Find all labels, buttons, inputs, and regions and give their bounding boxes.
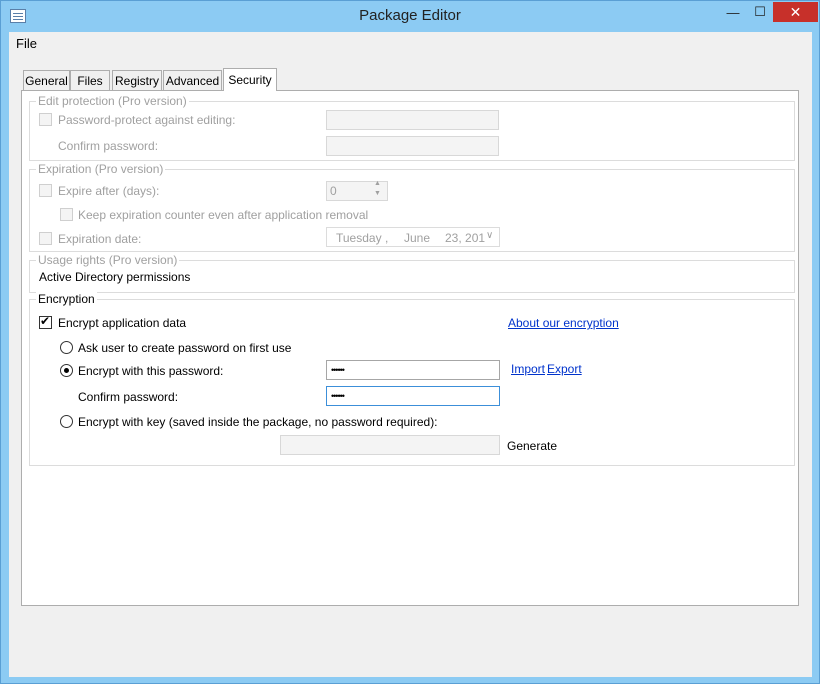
generate-button[interactable]: Generate [507,439,557,453]
protect-editing-label: Password-protect against editing: [58,113,236,127]
encryption-legend: Encryption [36,292,97,306]
edit-password-input[interactable] [326,110,499,130]
edit-protection-group: Edit protection (Pro version) Password-p… [29,94,795,161]
expiration-date-picker[interactable]: Tuesday , June 23, 201 ∨ [326,227,500,247]
expire-days-value: 0 [330,184,337,198]
expiration-date-checkbox[interactable] [39,232,52,245]
tab-security[interactable]: Security [223,68,277,91]
edit-protection-legend: Edit protection (Pro version) [36,94,189,108]
encryption-group: Encryption Encrypt application data Abou… [29,292,795,466]
keep-counter-checkbox[interactable] [60,208,73,221]
encrypt-key-radio[interactable] [60,415,73,428]
date-separator: , [385,231,389,245]
date-dropdown-icon[interactable]: ∨ [486,230,493,241]
usage-rights-legend: Usage rights (Pro version) [36,253,180,267]
encryption-key-field [280,435,500,455]
ask-user-label: Ask user to create password on first use [78,341,292,355]
ask-user-radio[interactable] [60,341,73,354]
expiration-legend: Expiration (Pro version) [36,162,166,176]
encrypt-data-label: Encrypt application data [58,316,187,330]
spin-up-icon[interactable]: ▲ [374,180,381,187]
security-tab-panel: Edit protection (Pro version) Password-p… [21,90,799,606]
import-link[interactable]: Import [511,362,545,376]
usage-rights-group: Usage rights (Pro version) Active Direct… [29,253,795,293]
expire-days-spinner[interactable]: 0 ▲ ▼ [326,180,388,201]
about-encryption-link[interactable]: About our encryption [508,316,619,330]
date-day: Tuesday [336,231,382,245]
keep-counter-label: Keep expiration counter even after appli… [78,208,369,222]
menu-file[interactable]: File [16,36,37,51]
package-editor-window: Package Editor — ☐ ✕ File General Files … [0,0,820,684]
encrypt-password-label: Encrypt with this password: [78,364,224,378]
edit-confirm-label: Confirm password: [58,139,159,153]
title-bar: Package Editor — ☐ ✕ [1,1,819,32]
minimize-button[interactable]: — [720,2,746,22]
window-title: Package Editor [359,7,461,24]
protect-editing-checkbox[interactable] [39,113,52,126]
maximize-button[interactable]: ☐ [747,2,773,22]
encryption-confirm-label: Confirm password: [78,390,179,404]
tab-advanced[interactable]: Advanced [163,70,222,90]
spin-down-icon[interactable]: ▼ [374,190,381,197]
export-link[interactable]: Export [547,362,582,376]
expire-after-label: Expire after (days): [58,184,160,198]
client-area: File General Files Registry Advanced Sec… [9,32,812,677]
close-button[interactable]: ✕ [773,2,818,22]
expiration-group: Expiration (Pro version) Expire after (d… [29,162,795,252]
tab-general[interactable]: General [23,70,70,90]
edit-confirm-input[interactable] [326,136,499,156]
date-month: June [404,231,431,245]
tab-files[interactable]: Files [70,70,110,90]
expiration-date-label: Expiration date: [58,232,142,246]
encryption-confirm-input[interactable]: •••••• [326,386,500,406]
encrypt-data-checkbox[interactable] [39,314,52,329]
tab-registry[interactable]: Registry [112,70,162,90]
menu-bar: File [9,32,812,56]
date-daynum-year: 23, 201 [445,231,486,245]
expire-after-checkbox[interactable] [39,184,52,197]
encrypt-key-label: Encrypt with key (saved inside the packa… [78,415,438,429]
encrypt-password-radio[interactable] [60,364,73,377]
active-directory-permissions[interactable]: Active Directory permissions [39,270,190,284]
encryption-password-input[interactable]: •••••• [326,360,500,380]
